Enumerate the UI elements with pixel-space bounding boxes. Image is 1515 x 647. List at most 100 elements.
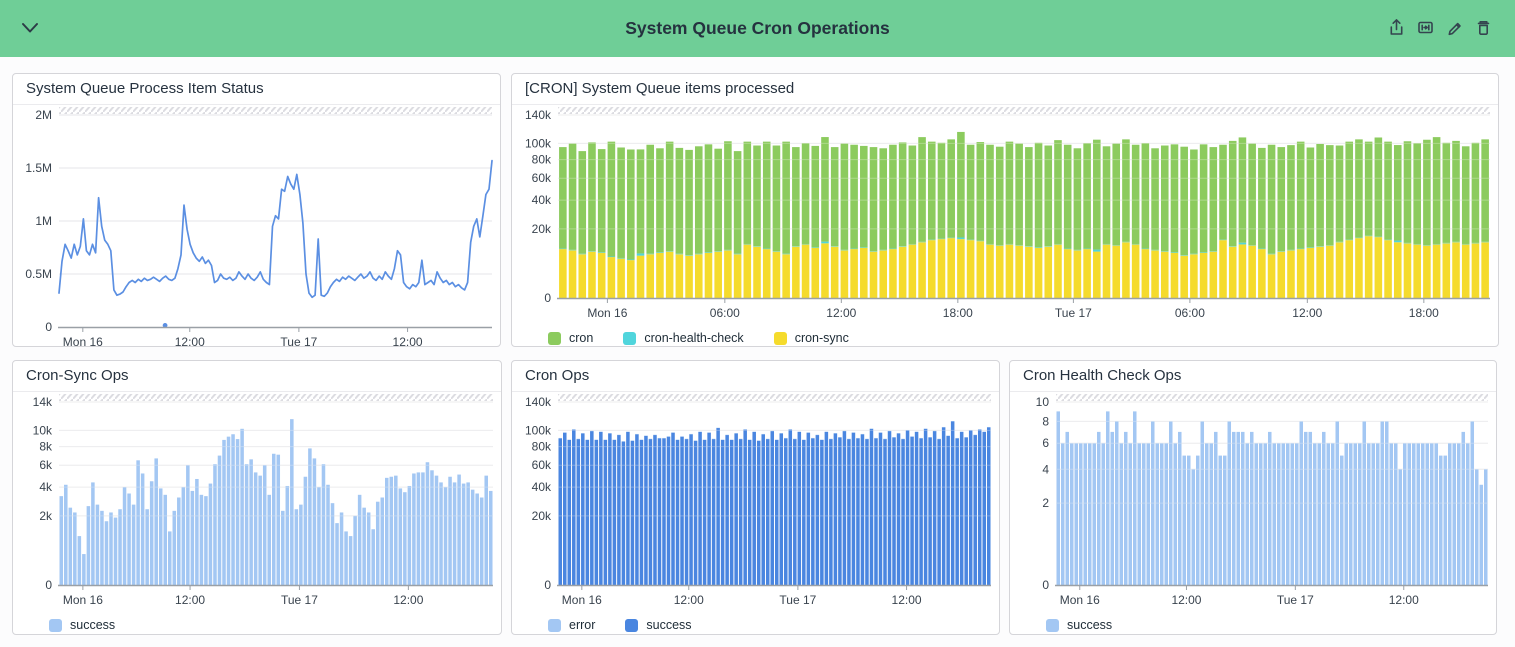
svg-text:0: 0 xyxy=(544,291,551,305)
svg-text:10: 10 xyxy=(1036,395,1050,409)
legend-cron-ops: error success xyxy=(512,618,999,632)
panel-items-processed: [CRON] System Queue items processed Mon … xyxy=(511,73,1499,347)
svg-text:60k: 60k xyxy=(532,458,552,472)
legend-swatch-icon xyxy=(49,619,62,632)
chart-cron-health-check-ops[interactable]: Mon 16 12:00 Tue 17 12:00 10 8 6 4 2 0 xyxy=(1010,392,1496,616)
legend-label: success xyxy=(1067,618,1112,632)
legend-swatch-icon xyxy=(1046,619,1059,632)
svg-text:1.5M: 1.5M xyxy=(25,161,52,175)
svg-text:2: 2 xyxy=(1042,496,1049,510)
legend-swatch-icon xyxy=(625,619,638,632)
legend-item-cron-sync[interactable]: cron-sync xyxy=(774,331,849,345)
share-export-icon[interactable] xyxy=(1387,17,1406,39)
svg-text:12:00: 12:00 xyxy=(175,335,205,347)
svg-text:40k: 40k xyxy=(532,193,552,207)
svg-text:100k: 100k xyxy=(525,136,552,150)
edit-icon[interactable] xyxy=(1445,17,1464,39)
svg-text:Tue 17: Tue 17 xyxy=(1277,593,1314,607)
legend-swatch-icon xyxy=(548,619,561,632)
svg-text:18:00: 18:00 xyxy=(1409,306,1439,320)
svg-text:10k: 10k xyxy=(33,423,53,437)
svg-text:8: 8 xyxy=(1042,414,1049,428)
dashboard-title: System Queue Cron Operations xyxy=(0,0,1515,57)
chart-cron-ops[interactable]: Mon 1612:00Tue 1712:00140k100k80k60k40k2… xyxy=(512,392,999,616)
legend-item-success[interactable]: success xyxy=(625,618,691,632)
svg-text:0.5M: 0.5M xyxy=(25,267,52,281)
svg-text:12:00: 12:00 xyxy=(175,593,205,607)
dashboard: System Queue Cron Operations xyxy=(0,0,1515,647)
legend-swatch-icon xyxy=(548,332,561,345)
svg-text:0: 0 xyxy=(1042,578,1049,592)
svg-text:0: 0 xyxy=(45,320,52,334)
svg-text:0: 0 xyxy=(45,578,52,592)
svg-text:12:00: 12:00 xyxy=(1292,306,1322,320)
svg-text:60k: 60k xyxy=(532,171,552,185)
legend-label: success xyxy=(70,618,115,632)
panel-title: System Queue Process Item Status xyxy=(13,74,500,105)
panel-cron-ops: Cron Ops Mon 1612:00Tue 1712:00140k100k8… xyxy=(511,360,1000,635)
chart-cron-sync-ops[interactable]: Mon 16 12:00 Tue 17 12:00 14k 10k 8k 6k 4k 2k 0 xyxy=(13,392,501,616)
panel-title: [CRON] System Queue items processed xyxy=(512,74,1498,105)
svg-text:Mon 16: Mon 16 xyxy=(1060,593,1100,607)
legend-swatch-icon xyxy=(623,332,636,345)
svg-text:2k: 2k xyxy=(39,509,53,523)
svg-text:12:00: 12:00 xyxy=(1389,593,1419,607)
chart-process-item-status[interactable]: Mon 16 12:00 Tue 17 12:00 2M 1.5M 1M 0.5M 0 xyxy=(13,105,500,347)
panel-process-item-status: System Queue Process Item Status Mon 16 1… xyxy=(12,73,501,347)
legend-item-error[interactable]: error xyxy=(548,618,595,632)
svg-text:18:00: 18:00 xyxy=(943,306,973,320)
panel-title: Cron Health Check Ops xyxy=(1010,361,1496,392)
svg-text:Tue 17: Tue 17 xyxy=(281,593,318,607)
svg-text:Tue 17: Tue 17 xyxy=(1055,306,1092,320)
svg-text:20k: 20k xyxy=(532,222,552,236)
svg-text:80k: 80k xyxy=(532,153,552,167)
svg-text:6k: 6k xyxy=(39,458,53,472)
svg-text:4: 4 xyxy=(1042,462,1049,476)
svg-text:12:00: 12:00 xyxy=(674,593,704,607)
legend-item-success[interactable]: success xyxy=(49,618,115,632)
panel-title: Cron-Sync Ops xyxy=(13,361,501,392)
legend-label: error xyxy=(569,618,595,632)
svg-text:8k: 8k xyxy=(39,440,53,454)
svg-text:1M: 1M xyxy=(35,214,52,228)
svg-text:12:00: 12:00 xyxy=(393,335,423,347)
svg-text:6: 6 xyxy=(1042,436,1049,450)
legend-items-processed: cron cron-health-check cron-sync xyxy=(512,331,1498,345)
svg-text:12:00: 12:00 xyxy=(1171,593,1201,607)
svg-text:Tue 17: Tue 17 xyxy=(779,593,816,607)
svg-text:06:00: 06:00 xyxy=(710,306,740,320)
delete-icon[interactable] xyxy=(1474,17,1493,39)
svg-text:4k: 4k xyxy=(39,480,53,494)
add-to-report-icon[interactable] xyxy=(1416,17,1435,39)
svg-text:Mon 16: Mon 16 xyxy=(562,593,602,607)
legend-label: cron-health-check xyxy=(644,331,743,345)
svg-text:140k: 140k xyxy=(525,108,552,122)
dashboard-header: System Queue Cron Operations xyxy=(0,0,1515,57)
legend-cron-sync-ops: success xyxy=(13,618,501,632)
svg-text:2M: 2M xyxy=(35,108,52,122)
svg-text:20k: 20k xyxy=(532,509,552,523)
svg-text:Tue 17: Tue 17 xyxy=(280,335,317,347)
legend-swatch-icon xyxy=(774,332,787,345)
legend-label: cron xyxy=(569,331,593,345)
legend-label: success xyxy=(646,618,691,632)
legend-cron-health-check-ops: success xyxy=(1010,618,1496,632)
chart-items-processed[interactable]: Mon 16 06:00 12:00 18:00 Tue 17 06:00 12:00 18:… xyxy=(512,105,1498,329)
svg-text:80k: 80k xyxy=(532,440,552,454)
legend-item-cron[interactable]: cron xyxy=(548,331,593,345)
legend-item-cron-health-check[interactable]: cron-health-check xyxy=(623,331,743,345)
svg-text:100k: 100k xyxy=(525,423,552,437)
panel-cron-sync-ops: Cron-Sync Ops Mon 16 12:00 Tue 17 12:00 14k 1… xyxy=(12,360,502,635)
svg-text:12:00: 12:00 xyxy=(892,593,922,607)
legend-item-success[interactable]: success xyxy=(1046,618,1112,632)
svg-text:Mon 16: Mon 16 xyxy=(63,335,103,347)
svg-text:Mon 16: Mon 16 xyxy=(63,593,103,607)
panel-cron-health-check-ops: Cron Health Check Ops Mon 16 12:00 Tue 17 1… xyxy=(1009,360,1497,635)
svg-text:12:00: 12:00 xyxy=(393,593,423,607)
svg-text:40k: 40k xyxy=(532,480,552,494)
svg-text:0: 0 xyxy=(544,578,551,592)
svg-text:12:00: 12:00 xyxy=(826,306,856,320)
svg-text:Mon 16: Mon 16 xyxy=(587,306,627,320)
svg-text:14k: 14k xyxy=(33,395,53,409)
svg-text:06:00: 06:00 xyxy=(1175,306,1205,320)
